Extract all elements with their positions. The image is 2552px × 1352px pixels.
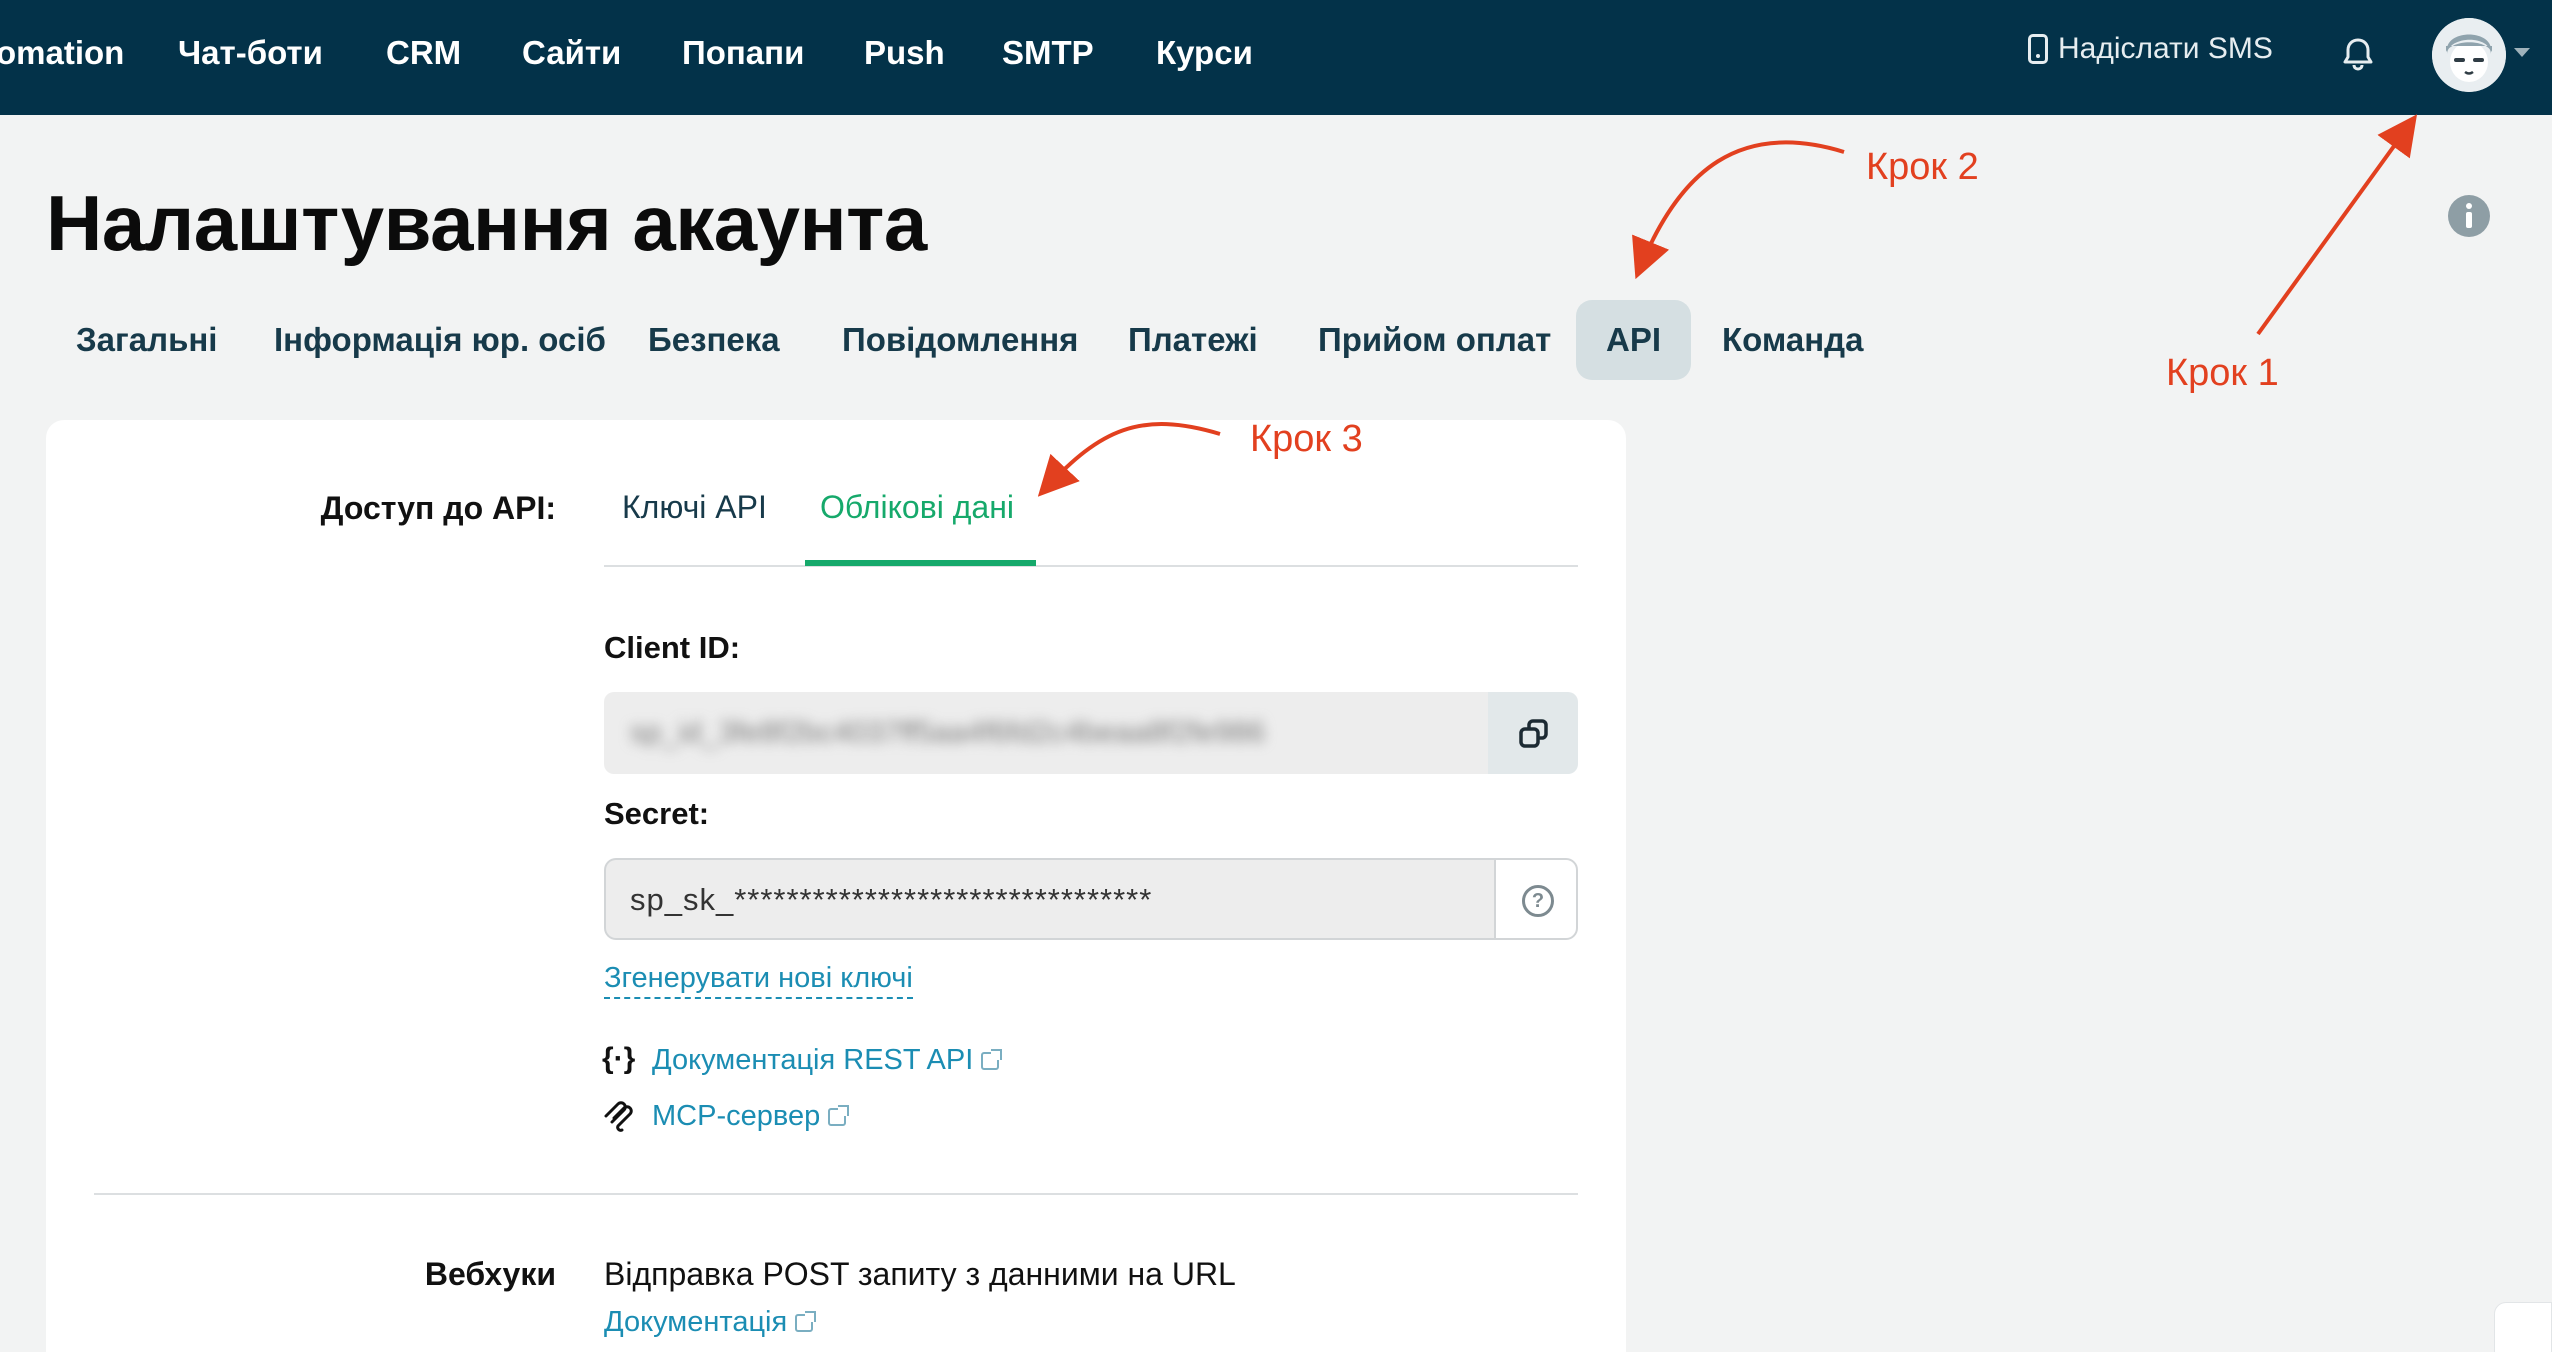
active-subtab-indicator bbox=[805, 560, 1036, 566]
secret-label: Secret: bbox=[604, 796, 710, 831]
external-link-icon bbox=[981, 1049, 1003, 1070]
info-icon[interactable] bbox=[2448, 195, 2490, 237]
code-braces-icon: {·} bbox=[602, 1042, 636, 1075]
tab-team[interactable]: Команда bbox=[1692, 300, 1893, 380]
question-icon: ? bbox=[1522, 885, 1554, 917]
nav-item-crm[interactable]: CRM bbox=[386, 34, 461, 72]
rest-api-docs-label: Документація REST API bbox=[652, 1044, 974, 1076]
tab-legal-entities[interactable]: Інформація юр. осіб bbox=[244, 300, 636, 380]
bell-icon[interactable] bbox=[2338, 34, 2378, 74]
copy-button[interactable] bbox=[1488, 692, 1578, 774]
api-access-label: Доступ до API: bbox=[320, 490, 556, 526]
regenerate-keys-link[interactable]: Згенерувати нові ключі bbox=[604, 962, 913, 999]
step2-label: Крок 2 bbox=[1866, 146, 1979, 188]
step2-arrow bbox=[1632, 140, 1845, 280]
secret-help-button[interactable]: ? bbox=[1494, 858, 1578, 940]
client-id-value: sp_id_3fe8f2bc4037ff5aa4f6fd2c4beaa8f2fe… bbox=[630, 716, 1266, 749]
tab-notifications[interactable]: Повідомлення bbox=[812, 300, 1108, 380]
tab-accept-payments[interactable]: Прийом оплат bbox=[1288, 300, 1581, 380]
secret-field[interactable]: sp_sk_******************************** bbox=[604, 858, 1496, 940]
step3-label: Крок 3 bbox=[1250, 418, 1363, 460]
tab-general[interactable]: Загальні bbox=[46, 300, 247, 380]
section-divider bbox=[94, 1193, 1578, 1195]
rest-api-docs-link[interactable]: Документація REST API bbox=[652, 1044, 1003, 1077]
top-navigation-bar: omation Чат-боти CRM Сайти Попапи Push S… bbox=[0, 0, 2552, 115]
copy-icon bbox=[1519, 719, 1548, 748]
mcp-icon bbox=[604, 1101, 633, 1132]
nav-item-popups[interactable]: Попапи bbox=[682, 34, 804, 72]
nav-item-courses[interactable]: Курси bbox=[1156, 34, 1253, 72]
nav-item-chatbots[interactable]: Чат-боти bbox=[178, 34, 323, 72]
nav-item-automation[interactable]: omation bbox=[0, 34, 124, 72]
send-sms-button[interactable]: Надіслати SMS bbox=[2028, 32, 2273, 66]
tab-payments[interactable]: Платежі bbox=[1098, 300, 1288, 380]
page: omation Чат-боти CRM Сайти Попапи Push S… bbox=[0, 0, 2552, 1352]
webhooks-description: Відправка POST запиту з данними на URL bbox=[604, 1256, 1236, 1292]
external-link-icon bbox=[828, 1105, 850, 1126]
webhooks-label: Вебхуки bbox=[424, 1256, 556, 1292]
api-subtabs: Ключі API Облікові дані bbox=[604, 489, 1578, 567]
secret-value: sp_sk_******************************** bbox=[630, 882, 1153, 917]
webhooks-docs-link[interactable]: Документація bbox=[604, 1306, 817, 1339]
phone-icon bbox=[2028, 34, 2048, 64]
tab-api[interactable]: API bbox=[1576, 300, 1692, 380]
chevron-down-icon[interactable] bbox=[2514, 48, 2530, 57]
client-id-label: Client ID: bbox=[604, 630, 741, 665]
nav-item-sites[interactable]: Сайти bbox=[522, 34, 621, 72]
user-avatar[interactable] bbox=[2432, 18, 2506, 92]
nav-item-smtp[interactable]: SMTP bbox=[1002, 34, 1094, 72]
subtab-api-keys[interactable]: Ключі API bbox=[622, 489, 767, 550]
client-id-field[interactable]: sp_id_3fe8f2bc4037ff5aa4f6fd2c4beaa8f2fe… bbox=[604, 692, 1490, 774]
side-widget-tab[interactable] bbox=[2494, 1302, 2552, 1352]
avatar-face-icon bbox=[2432, 18, 2506, 92]
send-sms-label: Надіслати SMS bbox=[2058, 32, 2273, 65]
subtab-credentials[interactable]: Облікові дані bbox=[820, 489, 1014, 550]
nav-item-push[interactable]: Push bbox=[864, 34, 945, 72]
page-title: Налаштування акаунта bbox=[46, 179, 927, 267]
step1-arrow bbox=[2256, 114, 2418, 336]
step1-label: Крок 1 bbox=[2166, 352, 2279, 394]
webhooks-docs-label: Документація bbox=[604, 1306, 788, 1338]
external-link-icon bbox=[795, 1311, 817, 1332]
mcp-server-label: MCP-сервер bbox=[652, 1100, 821, 1132]
mcp-server-link[interactable]: MCP-сервер bbox=[652, 1100, 850, 1133]
tab-security[interactable]: Безпека bbox=[618, 300, 810, 380]
